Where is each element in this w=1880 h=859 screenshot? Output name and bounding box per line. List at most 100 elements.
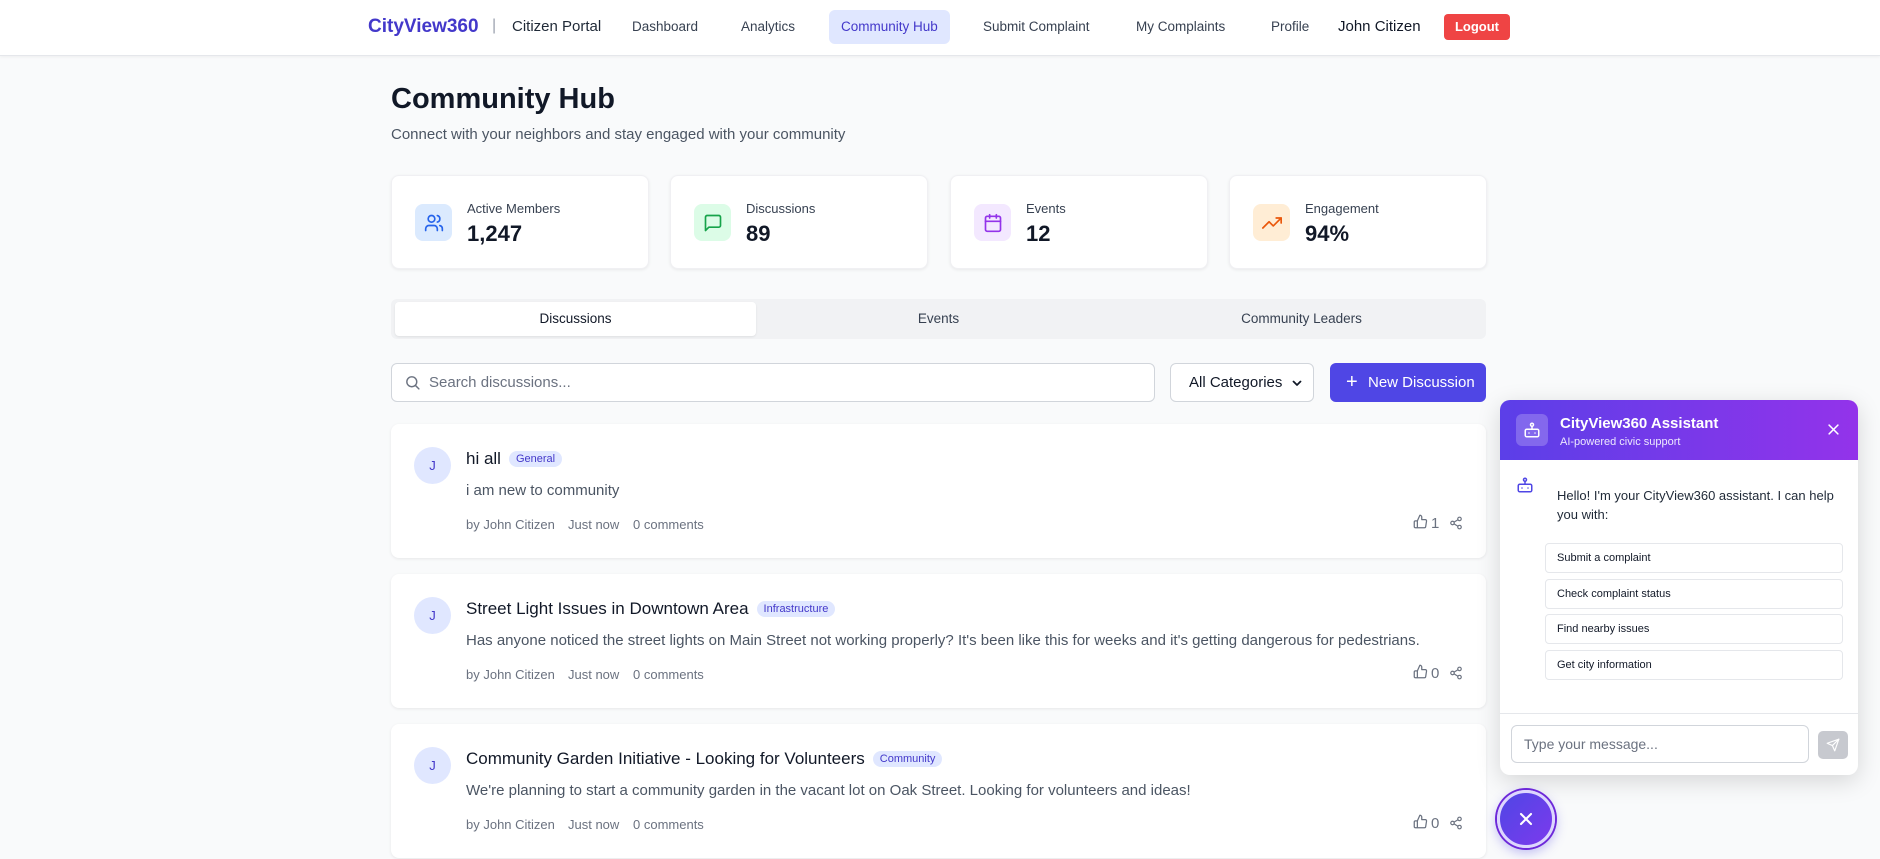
top-navbar: CityView360 | Citizen Portal Dashboard A…: [0, 0, 1880, 56]
nav-link-community-hub[interactable]: Community Hub: [829, 10, 950, 44]
bot-icon: [1516, 414, 1548, 446]
portal-label: Citizen Portal: [512, 18, 602, 35]
avatar: J: [414, 447, 451, 484]
discussion-title[interactable]: hi all General: [466, 449, 563, 469]
avatar: J: [414, 597, 451, 634]
like-count: 1: [1431, 515, 1440, 532]
like-button[interactable]: 0: [1413, 814, 1439, 833]
discussion-body: We're planning to start a community gard…: [466, 782, 1191, 799]
thumbs-up-icon: [1413, 814, 1428, 833]
tab-bar: Discussions Events Community Leaders: [391, 299, 1486, 339]
stat-label: Discussions: [746, 201, 816, 216]
user-name: John Citizen: [1338, 18, 1421, 35]
search-input[interactable]: [429, 364, 1149, 401]
discussion-comments[interactable]: 0 comments: [633, 817, 704, 832]
chat-divider: [1500, 713, 1858, 714]
discussion-comments[interactable]: 0 comments: [633, 517, 704, 532]
thumbs-up-icon: [1413, 514, 1428, 533]
discussion-author: by John Citizen: [466, 817, 555, 832]
send-icon: [1826, 738, 1840, 752]
stat-card-discussions: Discussions 89: [670, 175, 928, 269]
discussion-title-text: Street Light Issues in Downtown Area: [466, 599, 749, 618]
chat-subtitle: AI-powered civic support: [1560, 436, 1681, 448]
bot-avatar-icon: [1516, 476, 1534, 499]
chat-title: CityView360 Assistant: [1560, 415, 1719, 432]
quick-action-submit-complaint[interactable]: Submit a complaint: [1545, 543, 1843, 573]
chat-toggle-button[interactable]: [1497, 790, 1555, 848]
stat-label: Events: [1026, 201, 1066, 216]
stat-value: 1,247: [467, 221, 523, 246]
quick-action-check-status[interactable]: Check complaint status: [1545, 579, 1843, 609]
share-icon[interactable]: [1449, 516, 1463, 535]
brand-logo[interactable]: CityView360: [368, 16, 479, 38]
close-icon[interactable]: [1826, 422, 1841, 442]
category-select-value: All Categories: [1189, 374, 1283, 391]
discussion-author: by John Citizen: [466, 517, 555, 532]
new-discussion-label: New Discussion: [1368, 374, 1475, 391]
calendar-icon: [974, 204, 1011, 241]
discussion-time: Just now: [568, 517, 620, 532]
like-count: 0: [1431, 815, 1440, 832]
assistant-chat-panel: CityView360 Assistant AI-powered civic s…: [1500, 400, 1858, 775]
discussion-title-text: Community Garden Initiative - Looking fo…: [466, 749, 865, 768]
thumbs-up-icon: [1413, 664, 1428, 683]
chat-header: CityView360 Assistant AI-powered civic s…: [1500, 400, 1858, 460]
stat-value: 12: [1026, 221, 1051, 246]
discussion-card[interactable]: J Street Light Issues in Downtown Area In…: [391, 574, 1486, 708]
discussion-title-text: hi all: [466, 449, 501, 468]
discussion-body: i am new to community: [466, 482, 620, 499]
page-title: Community Hub: [391, 83, 615, 115]
plus-icon: +: [1346, 371, 1358, 393]
stat-value: 94%: [1305, 221, 1350, 246]
chat-greeting: Hello! I'm your CityView360 assistant. I…: [1557, 488, 1834, 522]
tab-community-leaders[interactable]: Community Leaders: [1121, 302, 1482, 336]
new-discussion-button[interactable]: + New Discussion: [1330, 363, 1486, 402]
discussion-card[interactable]: J hi all General i am new to community by…: [391, 424, 1486, 558]
discussion-author: by John Citizen: [466, 667, 555, 682]
tab-events[interactable]: Events: [758, 302, 1119, 336]
stat-label: Engagement: [1305, 201, 1379, 216]
category-badge: Community: [872, 751, 943, 767]
like-count: 0: [1431, 665, 1440, 682]
chevron-down-icon: [1291, 364, 1303, 403]
nav-link-submit-complaint[interactable]: Submit Complaint: [971, 10, 1102, 44]
tab-discussions[interactable]: Discussions: [395, 302, 756, 336]
category-badge: Infrastructure: [756, 601, 836, 617]
stat-label: Active Members: [467, 201, 561, 216]
search-icon: [404, 374, 421, 396]
brand-separator: |: [492, 17, 497, 34]
stat-value: 89: [746, 221, 771, 246]
like-button[interactable]: 0: [1413, 664, 1439, 683]
quick-action-nearby-issues[interactable]: Find nearby issues: [1545, 614, 1843, 644]
discussion-title[interactable]: Community Garden Initiative - Looking fo…: [466, 749, 943, 769]
discussion-time: Just now: [568, 817, 620, 832]
discussion-comments[interactable]: 0 comments: [633, 667, 704, 682]
nav-link-my-complaints[interactable]: My Complaints: [1124, 10, 1237, 44]
search-box: [391, 363, 1155, 402]
avatar: J: [414, 747, 451, 784]
category-select[interactable]: All Categories: [1170, 363, 1314, 402]
chat-message-input[interactable]: [1512, 726, 1808, 762]
message-square-icon: [694, 204, 731, 241]
page-subtitle: Connect with your neighbors and stay eng…: [391, 126, 846, 143]
quick-action-city-info[interactable]: Get city information: [1545, 650, 1843, 680]
discussion-body: Has anyone noticed the street lights on …: [466, 632, 1420, 649]
discussion-time: Just now: [568, 667, 620, 682]
category-badge: General: [508, 451, 563, 467]
send-button[interactable]: [1818, 731, 1848, 759]
nav-link-dashboard[interactable]: Dashboard: [620, 10, 710, 44]
share-icon[interactable]: [1449, 816, 1463, 835]
nav-link-profile[interactable]: Profile: [1259, 10, 1321, 44]
chat-input-box: [1511, 725, 1809, 763]
discussion-card[interactable]: J Community Garden Initiative - Looking …: [391, 724, 1486, 858]
logout-button[interactable]: Logout: [1444, 14, 1510, 40]
stat-card-active-members: Active Members 1,247: [391, 175, 649, 269]
stat-card-engagement: Engagement 94%: [1229, 175, 1487, 269]
stat-card-events: Events 12: [950, 175, 1208, 269]
discussion-title[interactable]: Street Light Issues in Downtown Area Infr…: [466, 599, 836, 619]
users-icon: [415, 204, 452, 241]
nav-link-analytics[interactable]: Analytics: [729, 10, 807, 44]
like-button[interactable]: 1: [1413, 514, 1439, 533]
share-icon[interactable]: [1449, 666, 1463, 685]
trending-up-icon: [1253, 204, 1290, 241]
